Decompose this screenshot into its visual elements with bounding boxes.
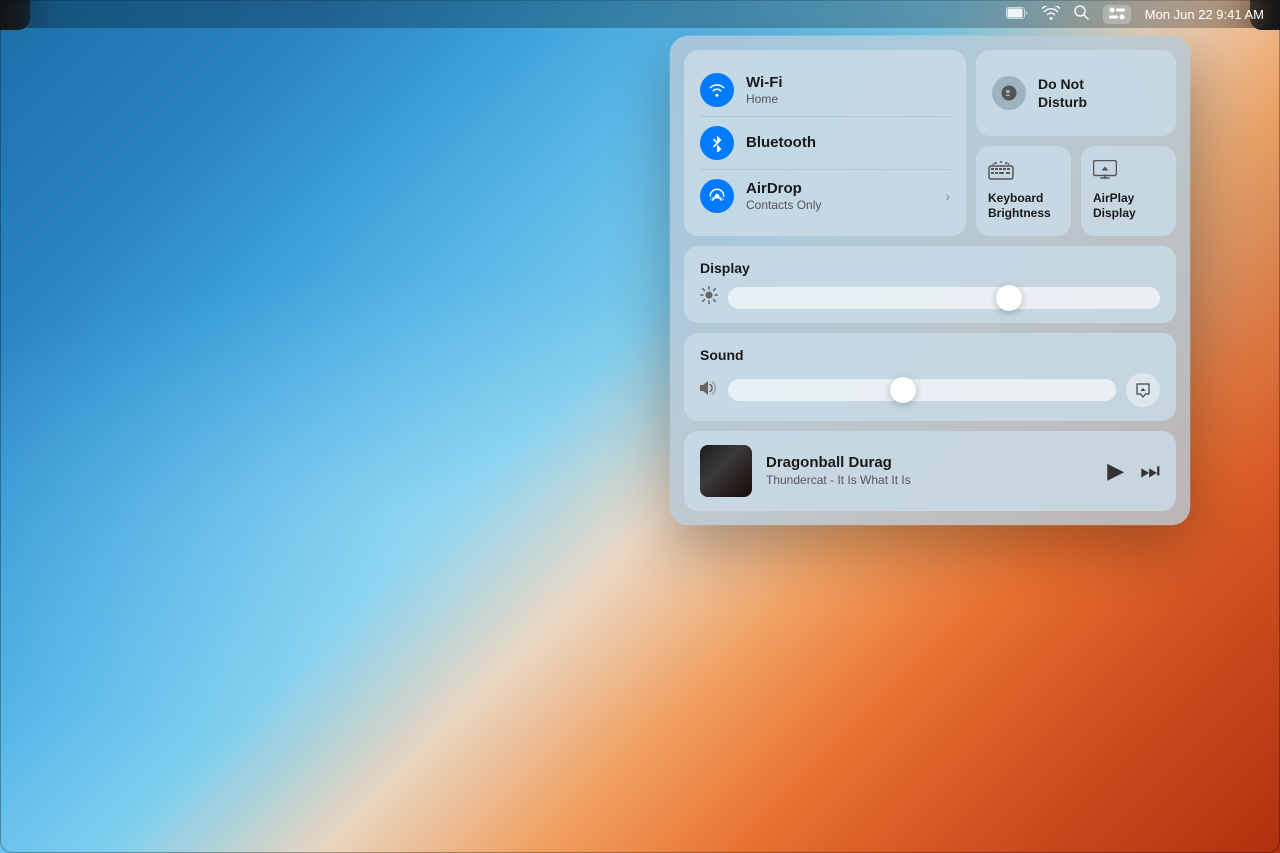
keyboard-brightness-name: Keyboard Brightness xyxy=(988,191,1051,222)
brightness-slider[interactable] xyxy=(728,287,1160,309)
display-slider-row xyxy=(700,286,1160,309)
now-playing-controls: ▶ ⏭ xyxy=(1107,458,1160,484)
now-playing-title: Dragonball Durag xyxy=(766,453,1093,473)
control-center-panel: Wi-Fi Home Bluetooth xyxy=(670,36,1190,525)
quick-toggles: Do Not Disturb xyxy=(976,50,1176,236)
airplay-sound-button[interactable] xyxy=(1126,373,1160,407)
do-not-disturb-toggle[interactable]: Do Not Disturb xyxy=(976,50,1176,136)
wifi-icon[interactable] xyxy=(1042,6,1060,23)
keyboard-brightness-toggle[interactable]: Keyboard Brightness xyxy=(976,146,1071,236)
top-row: Wi-Fi Home Bluetooth xyxy=(684,50,1176,236)
bluetooth-icon-circle xyxy=(700,126,734,160)
wifi-name: Wi-Fi xyxy=(746,74,950,92)
wifi-text: Wi-Fi Home xyxy=(746,74,950,106)
airplay-display-name: AirPlay Display xyxy=(1093,191,1136,222)
dnd-name: Do Not Disturb xyxy=(1038,75,1087,111)
bluetooth-text: Bluetooth xyxy=(746,134,950,152)
wifi-subtitle: Home xyxy=(746,92,950,106)
bluetooth-toggle[interactable]: Bluetooth xyxy=(700,117,950,170)
wifi-icon-circle xyxy=(700,73,734,107)
airdrop-text: AirDrop Contacts Only xyxy=(746,180,933,212)
volume-slider[interactable] xyxy=(728,379,1116,401)
play-button[interactable]: ▶ xyxy=(1107,458,1124,484)
menubar: Mon Jun 22 9:41 AM xyxy=(0,0,1280,28)
battery-icon[interactable] xyxy=(1006,7,1028,22)
search-icon[interactable] xyxy=(1074,5,1089,23)
airplay-display-toggle[interactable]: AirPlay Display xyxy=(1081,146,1176,236)
airplay-display-icon xyxy=(1093,160,1117,184)
airdrop-name: AirDrop xyxy=(746,180,933,198)
volume-icon xyxy=(700,380,718,401)
now-playing-card: Dragonball Durag Thundercat - It Is What… xyxy=(684,431,1176,511)
sound-slider-row xyxy=(700,373,1160,407)
album-art xyxy=(700,445,752,497)
sound-title: Sound xyxy=(700,347,1160,363)
airdrop-toggle[interactable]: AirDrop Contacts Only › xyxy=(700,170,950,222)
connectivity-card: Wi-Fi Home Bluetooth xyxy=(684,50,966,236)
airdrop-icon-circle xyxy=(700,179,734,213)
album-art-image xyxy=(700,445,752,497)
brightness-thumb[interactable] xyxy=(996,285,1022,311)
skip-forward-button[interactable]: ⏭ xyxy=(1140,458,1160,484)
airdrop-chevron-icon: › xyxy=(945,188,950,204)
small-toggles-row: Keyboard Brightness xyxy=(976,146,1176,236)
display-section: Display xyxy=(684,246,1176,323)
sound-section: Sound xyxy=(684,333,1176,421)
wifi-toggle[interactable]: Wi-Fi Home xyxy=(700,64,950,117)
airdrop-subtitle: Contacts Only xyxy=(746,198,933,212)
menubar-right: Mon Jun 22 9:41 AM xyxy=(1006,5,1264,24)
volume-thumb[interactable] xyxy=(890,377,916,403)
menubar-datetime: Mon Jun 22 9:41 AM xyxy=(1145,7,1264,22)
keyboard-brightness-icon xyxy=(988,160,1014,184)
now-playing-artist: Thundercat - It Is What It Is xyxy=(766,473,1093,489)
display-title: Display xyxy=(700,260,1160,276)
control-center-button[interactable] xyxy=(1103,5,1131,24)
now-playing-info: Dragonball Durag Thundercat - It Is What… xyxy=(766,453,1093,488)
dnd-icon-circle xyxy=(992,76,1026,110)
dnd-text: Do Not Disturb xyxy=(1038,75,1087,111)
brightness-icon xyxy=(700,286,718,309)
bluetooth-name: Bluetooth xyxy=(746,134,950,152)
